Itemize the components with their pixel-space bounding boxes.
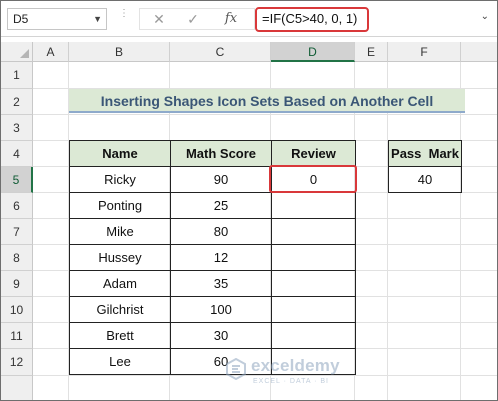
- column-header-d[interactable]: D: [271, 42, 355, 62]
- name-cell[interactable]: Ricky: [69, 166, 171, 193]
- table-row: Adam 35: [69, 270, 356, 297]
- row-header-9[interactable]: 9: [1, 271, 33, 297]
- name-cell[interactable]: Lee: [69, 348, 171, 375]
- column-header-c[interactable]: C: [170, 42, 271, 62]
- table-row: Gilchrist 100: [69, 296, 356, 323]
- active-cell-highlight: [269, 165, 357, 193]
- name-cell[interactable]: Brett: [69, 322, 171, 349]
- column-header-e[interactable]: E: [355, 42, 388, 62]
- header-name[interactable]: Name: [69, 140, 171, 167]
- name-cell[interactable]: Hussey: [69, 244, 171, 271]
- row-header-2[interactable]: 2: [1, 89, 33, 115]
- table-row: Hussey 12: [69, 244, 356, 271]
- exceldemy-watermark: exceldemy EXCEL · DATA · BI: [225, 356, 365, 394]
- cancel-icon[interactable]: ✕: [146, 10, 172, 28]
- review-cell[interactable]: [271, 270, 356, 297]
- insert-function-icon[interactable]: fx: [218, 10, 244, 28]
- score-cell[interactable]: 80: [170, 218, 272, 245]
- row-header-1[interactable]: 1: [1, 62, 33, 89]
- row-header-8[interactable]: 8: [1, 245, 33, 271]
- table-row: Mike 80: [69, 218, 356, 245]
- pass-mark-table: Pass Mark 40: [388, 140, 462, 193]
- select-all-icon: [20, 49, 29, 58]
- gridline: [33, 114, 497, 115]
- row-header-3[interactable]: 3: [1, 115, 33, 141]
- name-box[interactable]: D5 ▼: [7, 8, 107, 30]
- row-header-6[interactable]: 6: [1, 193, 33, 219]
- score-cell[interactable]: 12: [170, 244, 272, 271]
- enter-icon[interactable]: ✓: [180, 10, 206, 28]
- watermark-name: exceldemy: [251, 356, 340, 375]
- chevron-down-icon[interactable]: ▼: [93, 9, 102, 29]
- review-cell[interactable]: [271, 322, 356, 349]
- excel-window: D5 ▼ ⋮ ✕ ✓ fx =IF(C5>40, 0, 1) ⌄ A B C D…: [0, 0, 498, 401]
- pass-mark-value-row: 40: [388, 166, 462, 193]
- row-header-11[interactable]: 11: [1, 323, 33, 349]
- review-cell[interactable]: [271, 296, 356, 323]
- watermark-tagline: EXCEL · DATA · BI: [253, 378, 329, 385]
- row-header-10[interactable]: 10: [1, 297, 33, 323]
- exceldemy-logo-icon: [226, 358, 246, 380]
- select-all-button[interactable]: [1, 42, 33, 62]
- drag-handle-icon[interactable]: ⋮: [119, 9, 129, 27]
- review-cell[interactable]: [271, 192, 356, 219]
- pass-mark-header-row: Pass Mark: [388, 140, 462, 167]
- expand-formula-bar-icon[interactable]: ⌄: [481, 11, 489, 22]
- table-row: Ponting 25: [69, 192, 356, 219]
- score-cell[interactable]: 35: [170, 270, 272, 297]
- sheet-title: Inserting Shapes Icon Sets Based on Anot…: [69, 89, 465, 113]
- name-cell[interactable]: Gilchrist: [69, 296, 171, 323]
- score-cell[interactable]: 90: [170, 166, 272, 193]
- column-header-b[interactable]: B: [69, 42, 170, 62]
- name-cell[interactable]: Adam: [69, 270, 171, 297]
- header-math-score[interactable]: Math Score: [170, 140, 272, 167]
- pass-mark-label[interactable]: Pass Mark: [388, 140, 462, 167]
- column-header-a[interactable]: A: [33, 42, 69, 62]
- row-header-7[interactable]: 7: [1, 219, 33, 245]
- formula-input[interactable]: =IF(C5>40, 0, 1): [255, 7, 369, 32]
- row-header-4[interactable]: 4: [1, 141, 33, 167]
- formula-buttons: ✕ ✓ fx: [139, 8, 255, 30]
- score-cell[interactable]: 30: [170, 322, 272, 349]
- name-box-value: D5: [13, 12, 29, 26]
- review-cell[interactable]: [271, 218, 356, 245]
- header-review[interactable]: Review: [271, 140, 356, 167]
- row-header-blank: [1, 376, 33, 400]
- pass-mark-value[interactable]: 40: [388, 166, 462, 193]
- score-cell[interactable]: 25: [170, 192, 272, 219]
- table-row: Brett 30: [69, 322, 356, 349]
- score-cell[interactable]: 100: [170, 296, 272, 323]
- formula-bar: D5 ▼ ⋮ ✕ ✓ fx =IF(C5>40, 0, 1) ⌄: [1, 1, 497, 37]
- name-cell[interactable]: Mike: [69, 218, 171, 245]
- table-header-row: Name Math Score Review: [69, 140, 356, 167]
- name-cell[interactable]: Ponting: [69, 192, 171, 219]
- column-header-blank: [461, 42, 497, 62]
- row-header-12[interactable]: 12: [1, 349, 33, 376]
- worksheet-grid[interactable]: A B C D E F 1 2 3 4 5 6 7 8 9 10 11 12 I…: [1, 42, 497, 400]
- column-header-f[interactable]: F: [388, 42, 461, 62]
- review-cell[interactable]: [271, 244, 356, 271]
- row-header-5[interactable]: 5: [1, 167, 33, 193]
